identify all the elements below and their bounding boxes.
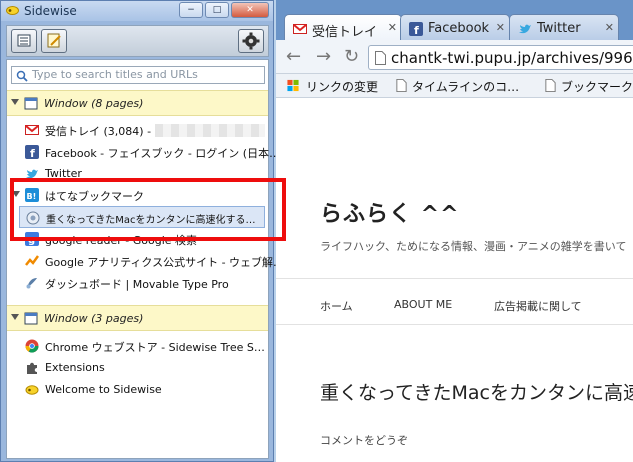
tab-row[interactable]: Google アナリティクス公式サイト - ウェブ解…: [7, 250, 284, 272]
page-icon: [396, 79, 407, 92]
search-input[interactable]: Type to search titles and URLs: [11, 66, 265, 84]
facebook-icon: f: [25, 145, 39, 159]
windows-icon: [287, 79, 299, 92]
window-row[interactable]: Window (3 pages): [7, 305, 268, 331]
address-bar[interactable]: chantk-twi.pupu.jp/archives/996: [368, 45, 633, 70]
chrome-store-icon: [25, 339, 39, 353]
window-row[interactable]: Window (8 pages): [7, 90, 268, 116]
tab-label: ダッシュボード | Movable Type Pro: [45, 278, 229, 291]
browser-tab-label: Facebook: [428, 21, 490, 36]
notepad-button[interactable]: [41, 29, 67, 53]
page-icon: [545, 79, 556, 92]
close-button[interactable]: ✕: [231, 2, 269, 18]
tab-label: Facebook - フェイスブック - ログイン (日本…: [45, 147, 281, 160]
web-page: らふらく ^^ ライフハック、ためになる情報、漫画・アニメの雑学を書いて ホーム…: [276, 98, 633, 462]
tab-row[interactable]: ダッシュボード | Movable Type Pro: [7, 272, 268, 294]
bookmarks-bar: リンクの変更 タイムラインのコ… ブックマーク: [276, 74, 633, 98]
minimize-button[interactable]: −: [179, 2, 203, 18]
expand-arrow-icon[interactable]: [11, 314, 19, 320]
notepad-icon: [47, 33, 61, 48]
back-arrow-icon[interactable]: ←: [286, 46, 301, 67]
page-icon: [375, 51, 386, 65]
pages-view-button[interactable]: [11, 29, 37, 53]
browser-tab-twitter[interactable]: Twitter ✕: [509, 14, 619, 42]
svg-text:f: f: [30, 147, 35, 159]
analytics-icon: [25, 255, 39, 266]
post-title[interactable]: 重くなってきたMacをカンタンに高速: [320, 378, 633, 405]
pages-icon: [17, 34, 31, 47]
tab-row[interactable]: f Facebook - フェイスブック - ログイン (日本…: [7, 141, 280, 163]
tab-label: 受信トレイ (3,084) -: [45, 125, 152, 138]
tab-label: Welcome to Sidewise: [45, 383, 162, 396]
forward-arrow-icon[interactable]: →: [316, 46, 331, 67]
search-placeholder: Type to search titles and URLs: [32, 68, 198, 81]
expand-arrow-icon[interactable]: [11, 99, 19, 105]
divider: [276, 324, 633, 325]
browser-tab-label: Twitter: [537, 21, 581, 36]
maximize-button[interactable]: □: [205, 2, 229, 18]
search-icon: [16, 70, 28, 82]
close-tab-icon[interactable]: ✕: [496, 21, 505, 34]
browser-tab-gmail[interactable]: 受信トレイ ✕: [284, 14, 402, 42]
site-title[interactable]: らふらく ^^: [320, 196, 460, 228]
gear-icon: [242, 32, 260, 50]
nav-ads-link[interactable]: 広告掲載に関して: [494, 298, 582, 314]
browser-tab-facebook[interactable]: f Facebook ✕: [400, 14, 510, 42]
divider: [276, 278, 633, 279]
window-label: Window (8 pages): [44, 97, 144, 110]
highlight-annotation-box: [10, 178, 286, 241]
close-tab-icon[interactable]: ✕: [605, 21, 614, 34]
tab-label: Google アナリティクス公式サイト - ウェブ解…: [45, 256, 285, 269]
bookmark-item[interactable]: ブックマーク: [561, 78, 633, 95]
reload-icon[interactable]: ↻: [344, 46, 359, 67]
window-icon: [24, 312, 38, 325]
nav-about-link[interactable]: ABOUT ME: [394, 298, 452, 311]
tab-row[interactable]: Welcome to Sidewise: [7, 379, 268, 401]
sidewise-icon: [25, 385, 39, 395]
close-tab-icon[interactable]: ✕: [388, 21, 397, 34]
tab-row[interactable]: 受信トレイ (3,084) -: [7, 119, 268, 141]
gmail-icon: [293, 24, 307, 34]
facebook-icon: f: [409, 22, 423, 36]
puzzle-icon: [27, 362, 37, 374]
tab-row[interactable]: Extensions: [7, 357, 268, 379]
navigation-bar: ← → ↻ chantk-twi.pupu.jp/archives/996: [276, 40, 633, 74]
sidewise-tree: Type to search titles and URLs Window (8…: [6, 59, 284, 459]
window-icon: [24, 97, 38, 110]
bookmark-item[interactable]: リンクの変更: [306, 78, 378, 95]
comment-link[interactable]: コメントをどうぞ: [320, 432, 408, 448]
settings-button[interactable]: [238, 29, 264, 53]
tab-label: Extensions: [45, 361, 105, 374]
tab-row[interactable]: Chrome ウェブストア - Sidewise Tree S…: [7, 335, 268, 357]
sidewise-logo-icon: [6, 6, 19, 15]
twitter-icon: [519, 24, 531, 34]
browser-tab-label: 受信トレイ: [312, 25, 378, 40]
nav-home-link[interactable]: ホーム: [320, 298, 353, 314]
window-label: Window (3 pages): [44, 312, 144, 325]
svg-text:f: f: [414, 24, 419, 36]
chrome-window: 受信トレイ ✕ f Facebook ✕ Twitter ✕ ← → ↻ cha…: [276, 0, 633, 462]
window-title: Sidewise: [24, 4, 77, 18]
sidewise-titlebar[interactable]: Sidewise − □ ✕: [1, 1, 273, 21]
gmail-icon: [25, 125, 39, 135]
bookmark-item[interactable]: タイムラインのコ…: [412, 78, 519, 95]
url-text: chantk-twi.pupu.jp/archives/996: [391, 49, 633, 67]
sidewise-toolbar: [6, 25, 269, 57]
site-tagline: ライフハック、ためになる情報、漫画・アニメの雑学を書いて: [320, 240, 627, 253]
tab-label: Chrome ウェブストア - Sidewise Tree S…: [45, 341, 265, 354]
redacted-text: [155, 124, 265, 137]
movabletype-icon: [26, 278, 37, 289]
